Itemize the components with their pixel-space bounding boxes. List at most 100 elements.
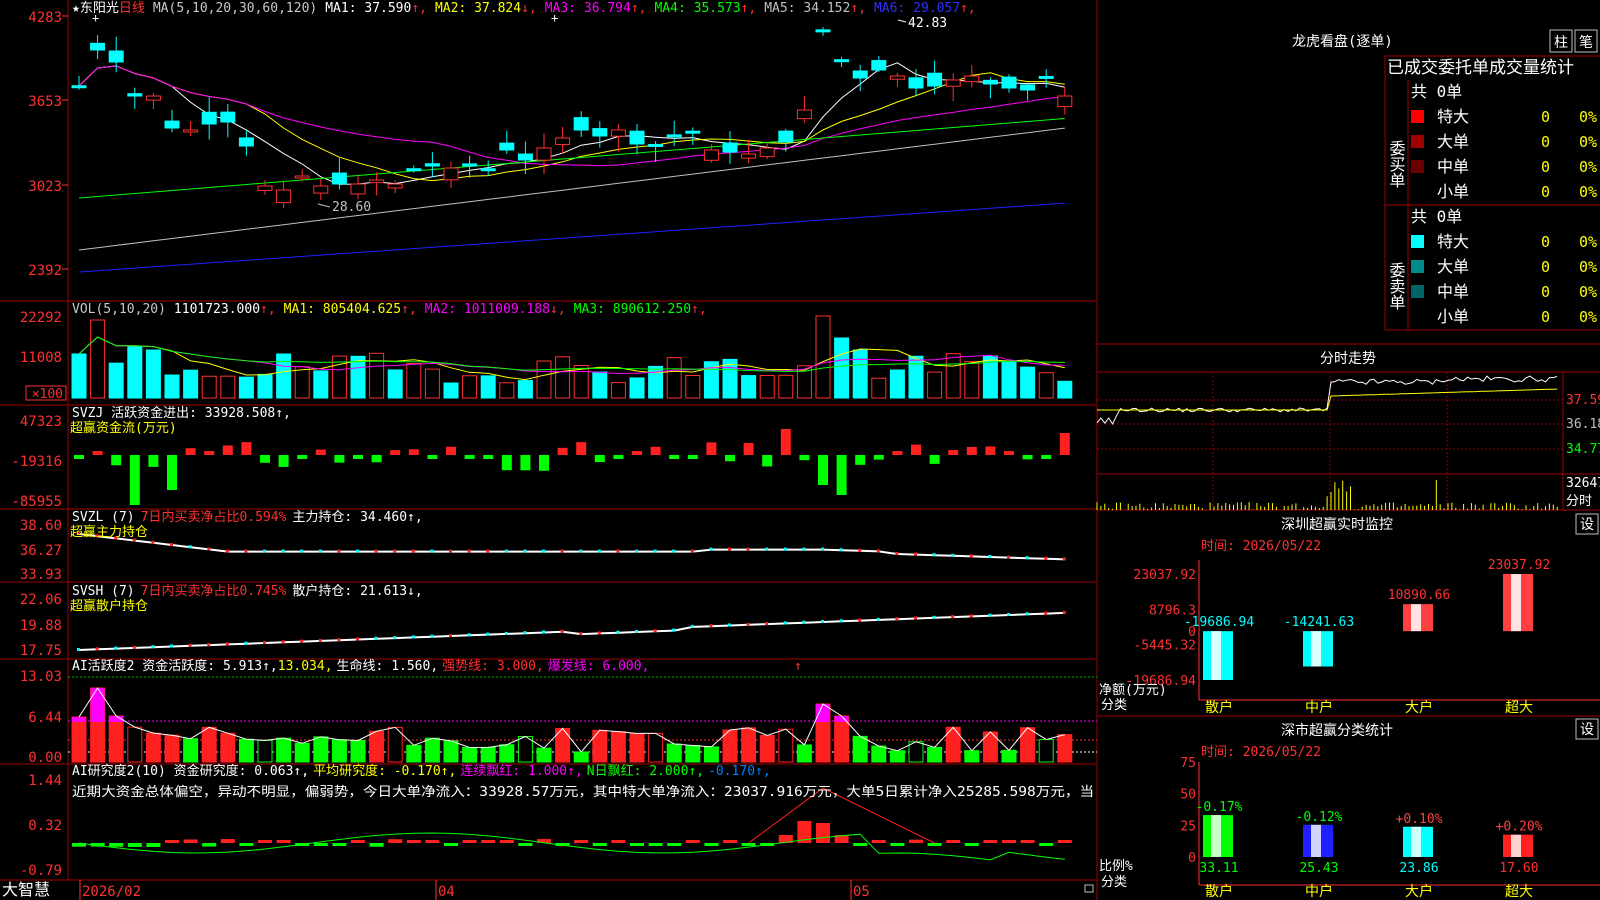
stats-time: 时间: 2026/05/22 [1201, 745, 1321, 760]
ai-activity-bar [648, 732, 664, 763]
indicator-dot [653, 549, 657, 553]
indicator-dot [542, 549, 545, 553]
column-view-label[interactable]: 柱 [1554, 35, 1568, 51]
indicator-dot [1025, 612, 1029, 616]
indicator-dot [430, 549, 434, 553]
ai-research-bar [313, 843, 328, 846]
indicator-dot [374, 636, 378, 640]
tick-view-label[interactable]: 笔 [1579, 35, 1593, 51]
ai-activity-bar [220, 732, 236, 763]
svzj-bar [74, 455, 84, 459]
ai2-y-label: 1.44 [28, 773, 62, 789]
favorite-star-icon[interactable]: ★ [72, 1, 80, 16]
indicator-dot [393, 636, 397, 640]
ai-research-bar [611, 840, 626, 843]
svzj-bar [222, 445, 233, 455]
candle [871, 60, 887, 71]
ai-research-bar [927, 843, 942, 846]
indicator-dot [467, 549, 471, 553]
lock-icon[interactable] [1084, 884, 1094, 893]
candle [1057, 95, 1073, 108]
candle [499, 142, 515, 151]
vol-ma-value: MA3: 890612.250 [574, 302, 691, 317]
volume-bar [406, 363, 422, 399]
monitor-category: 大户 [1405, 699, 1433, 716]
stats-y-label: 0 [1188, 851, 1196, 866]
indicator-dot [746, 547, 750, 551]
ai-research-panel: 1.44 0.32 -0.79 AI研究度2(10) 资金研究度: 0.063↑… [20, 763, 1094, 879]
indicator-dot [653, 629, 657, 633]
candle [889, 75, 905, 80]
row-value: 0 [1541, 108, 1550, 126]
row-name: 中单 [1437, 282, 1469, 301]
ai-research-bar [518, 843, 533, 846]
volume-bar [71, 353, 87, 399]
ai-research-bar [183, 839, 198, 843]
stock-name[interactable]: 东阳光 [80, 1, 119, 16]
stats-change: +0.10% [1396, 812, 1443, 827]
indicator-dot [597, 549, 601, 553]
svzj-bar [315, 449, 326, 455]
ai-activity-bar [666, 743, 682, 763]
volume-bar [145, 349, 161, 399]
indicator-dot [969, 614, 973, 618]
candle [71, 85, 87, 89]
volume-bar [1001, 361, 1017, 399]
indicator-dot [114, 646, 118, 650]
ai-activity-bar [741, 727, 757, 763]
row-value: 0 [1541, 158, 1550, 176]
svzj-bar [911, 444, 921, 455]
indicator-dot [635, 630, 638, 633]
stats-category: 大户 [1405, 883, 1433, 900]
indicator-dot [374, 549, 378, 553]
period-label[interactable]: 日线 [119, 1, 145, 16]
svzj-bar [520, 455, 531, 471]
indicator-dot [839, 548, 843, 552]
vol-ma-value: MA2: 1011009.188 [425, 302, 550, 317]
monitor-bar-highlight [1211, 631, 1221, 680]
indicator-dot [449, 634, 452, 637]
ai-activity-bar [108, 715, 124, 763]
monitor-settings-label[interactable]: 设 [1580, 517, 1594, 533]
stats-category: 中户 [1305, 883, 1333, 900]
monitor-category: 中户 [1305, 699, 1333, 716]
monitor-category: 散户 [1205, 699, 1233, 716]
ai-activity-bar [852, 735, 868, 763]
volume-bar [350, 355, 366, 399]
svzj-bar [297, 455, 308, 459]
ai-research-bar [630, 843, 644, 846]
indicator-dot [728, 623, 731, 627]
candle [927, 72, 943, 87]
monitor-title: 深圳超赢实时监控 [1281, 516, 1393, 533]
ai1-title: AI活跃度2 资金活跃度: 5.913↑,13.034, 生命线: 1.560, 强… [72, 658, 649, 674]
indicator-dot [356, 549, 359, 553]
indicator-dot [1044, 556, 1048, 560]
svzj-bar [725, 455, 735, 462]
row-value: 0 [1541, 283, 1550, 301]
up-arrow-icon: ↑ [794, 659, 802, 674]
candle [685, 130, 701, 134]
candle [164, 120, 180, 129]
indicator-dot [1025, 556, 1029, 560]
indicator-dot [356, 637, 359, 641]
indicator-dot [263, 641, 266, 644]
ai-research-bar [202, 843, 217, 847]
indicator-dot [393, 549, 397, 553]
svsh-y-label: 19.88 [20, 618, 62, 634]
indicator-dot [411, 549, 415, 553]
svzj-bar [539, 455, 549, 471]
volume-bar [815, 315, 831, 399]
ai-activity-bar [183, 738, 199, 763]
candle [703, 149, 719, 161]
candle [517, 153, 533, 161]
intraday-title: 分时走势 [1320, 351, 1376, 367]
indicator-dot [783, 547, 787, 551]
ai-activity-bar [964, 750, 980, 763]
volume-bar [424, 368, 440, 399]
vol-unit[interactable]: ×100 [32, 387, 63, 402]
stats-settings-label[interactable]: 设 [1580, 722, 1594, 738]
vol-ma-value: MA1: 805404.625 [284, 302, 401, 317]
indicator-dot [523, 631, 527, 635]
indicator-dot [151, 645, 155, 649]
vol-y-label: 22292 [20, 310, 62, 326]
